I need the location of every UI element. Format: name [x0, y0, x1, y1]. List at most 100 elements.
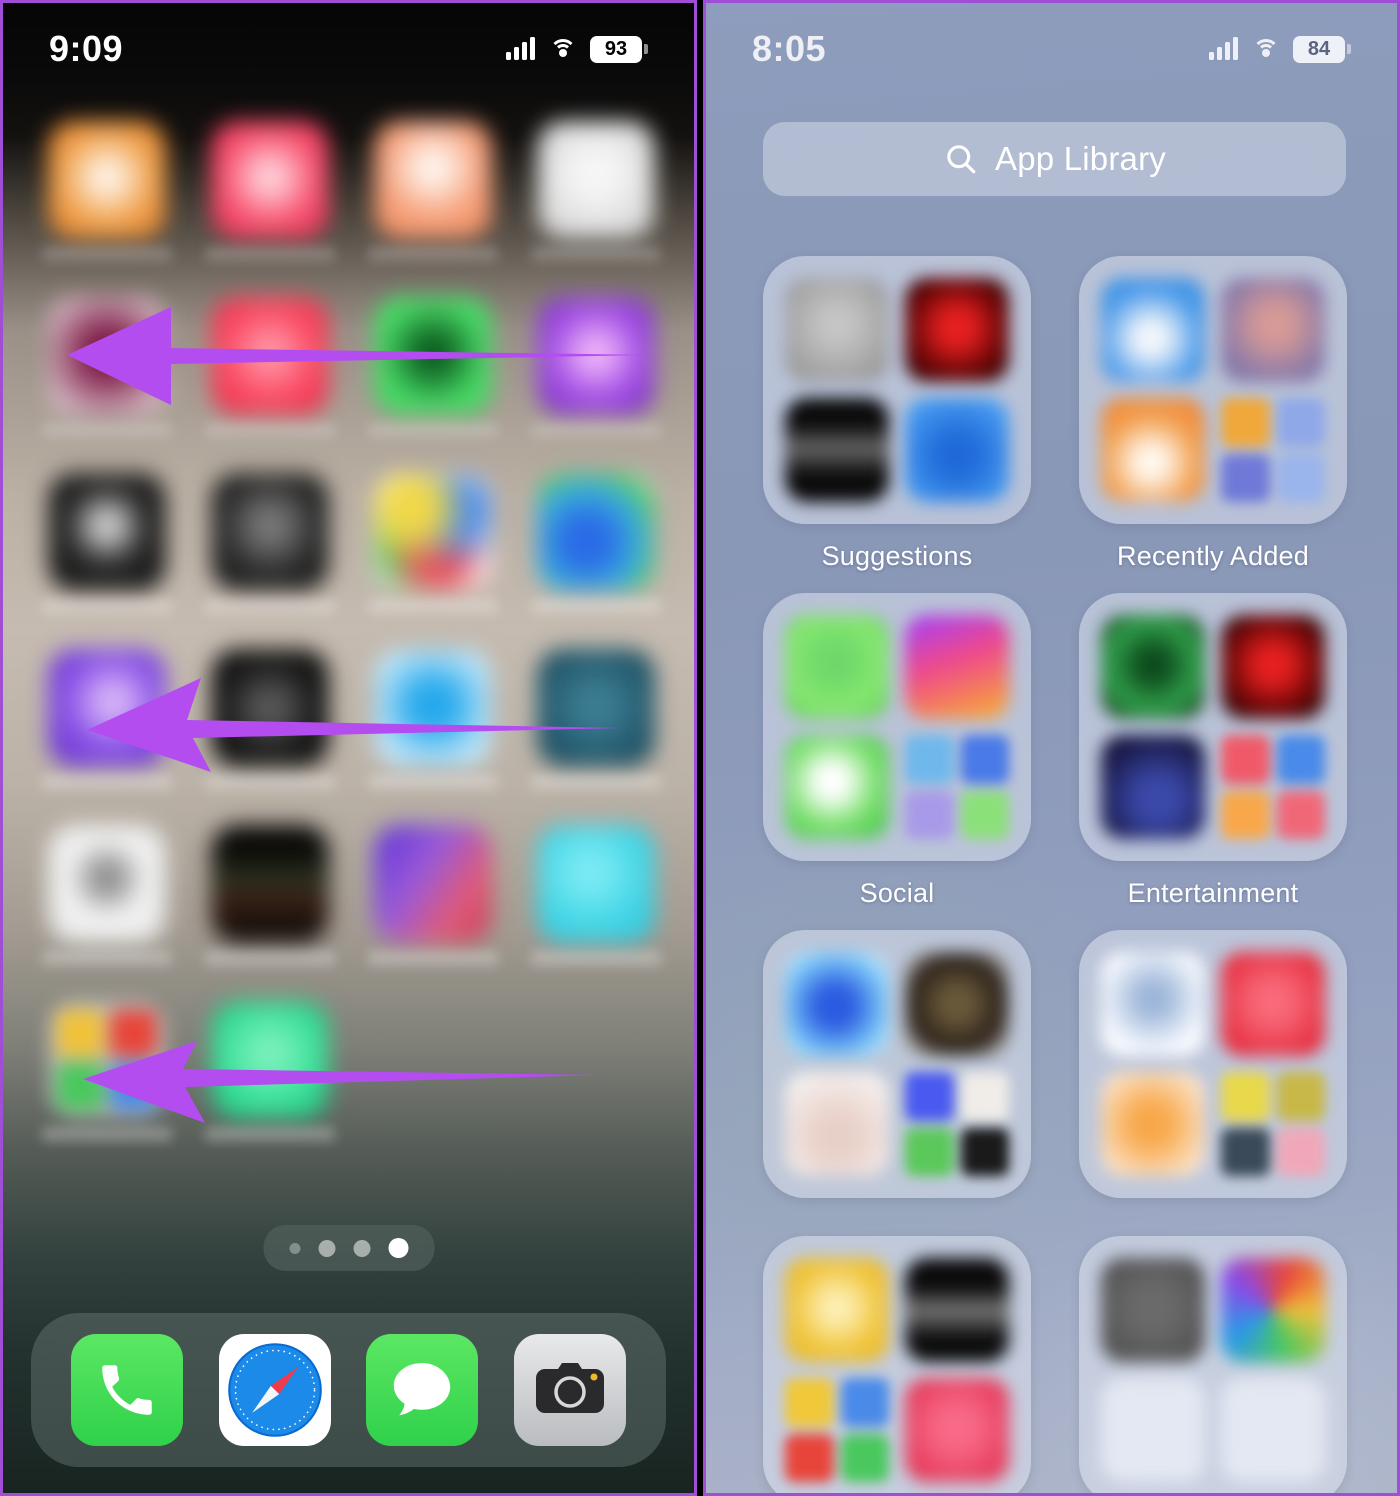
folder-app-icon-group [1221, 398, 1325, 502]
home-app[interactable] [526, 121, 665, 271]
folder-app-icon [785, 278, 889, 382]
folder-preview-tile[interactable] [763, 593, 1031, 861]
folder-app-icon [1101, 1072, 1205, 1176]
app-icon-cyan [536, 825, 655, 943]
dock-camera-icon[interactable] [514, 1334, 627, 1446]
folder-app-icon [1101, 1378, 1205, 1482]
wifi-icon [1252, 39, 1279, 59]
folder-label: Social [859, 878, 935, 908]
folder-preview-tile[interactable] [763, 1236, 1031, 1493]
page-dot[interactable] [289, 1242, 300, 1254]
app-label [367, 247, 498, 261]
home-app[interactable] [37, 121, 176, 271]
folder-app-icon [905, 952, 1009, 1056]
status-time: 8:05 [752, 28, 827, 69]
battery-icon: 93 [590, 35, 648, 63]
home-app[interactable] [363, 121, 502, 271]
home-app[interactable] [526, 825, 665, 975]
folder-preview-tile[interactable] [1079, 593, 1347, 861]
app-label [367, 423, 498, 437]
app-icon-orange [47, 121, 166, 239]
folder-app-icon [1221, 952, 1325, 1056]
folder-app-icon-group [1221, 735, 1325, 839]
app-library-folder[interactable] [1079, 1236, 1347, 1493]
app-label [530, 247, 661, 261]
app-label [530, 951, 661, 965]
dock-messages-icon[interactable] [366, 1334, 479, 1446]
app-library-folder[interactable] [763, 930, 1031, 1215]
search-icon [947, 145, 976, 174]
folder-app-icon [785, 1072, 889, 1176]
page-dot-active[interactable] [388, 1238, 408, 1258]
folder-app-icon [1221, 1378, 1325, 1482]
app-library-folder[interactable]: Entertainment [1079, 593, 1347, 909]
folder-app-icon [785, 398, 889, 502]
signal-bars-icon [506, 37, 535, 60]
folder-preview-tile[interactable] [1079, 256, 1347, 524]
app-label [204, 423, 335, 437]
app-library-folder[interactable]: Social [763, 593, 1031, 909]
signal-bars-icon [1209, 37, 1238, 60]
app-library-folder-grid: Suggestions Recently Added Social Entert… [763, 256, 1347, 1493]
swipe-arrow-2 [87, 678, 621, 772]
dual-phone-screenshot: 9:09 93 8:05 84 App Library Suggestions … [0, 0, 1400, 1496]
app-icon-photos [373, 473, 492, 591]
swipe-arrow-3 [83, 1041, 601, 1123]
folder-app-icon [1101, 398, 1205, 502]
app-label [204, 247, 335, 261]
home-app[interactable] [200, 121, 339, 271]
home-app[interactable] [200, 473, 339, 623]
folder-app-icon [785, 615, 889, 719]
home-app[interactable] [200, 825, 339, 975]
dock-safari-icon[interactable] [218, 1334, 331, 1446]
folder-app-icon [1221, 278, 1325, 382]
app-icon-peach [373, 121, 492, 239]
folder-app-icon [905, 1258, 1009, 1362]
folder-app-icon [1221, 1258, 1325, 1362]
wifi-icon [549, 39, 576, 59]
app-icon-dark-stripe [210, 825, 329, 943]
app-library-search-label: App Library [995, 140, 1166, 177]
home-app[interactable] [526, 473, 665, 623]
folder-preview-tile[interactable] [1079, 1236, 1347, 1493]
app-library-folder[interactable] [1079, 930, 1347, 1215]
app-icon-lightgray [536, 121, 655, 239]
app-icon-dark-gray [210, 473, 329, 591]
page-dot[interactable] [318, 1239, 335, 1257]
page-indicator-dots[interactable] [263, 1225, 434, 1271]
dock-phone-icon[interactable] [70, 1334, 183, 1446]
app-library-folder[interactable]: Suggestions [763, 256, 1031, 572]
app-label [41, 599, 172, 613]
home-app[interactable] [363, 825, 502, 975]
home-app[interactable] [363, 473, 502, 623]
home-app[interactable] [37, 825, 176, 975]
app-library-search-bar[interactable]: App Library [763, 122, 1346, 196]
app-library-folder[interactable]: Recently Added [1079, 256, 1347, 572]
app-label [367, 599, 498, 613]
battery-nub [1347, 44, 1351, 54]
home-screen-app-grid [37, 121, 665, 1151]
folder-preview-tile[interactable] [763, 256, 1031, 524]
folder-preview-tile[interactable] [1079, 930, 1347, 1198]
right-status-bar: 8:05 84 [706, 3, 1397, 95]
folder-label: Entertainment [1127, 878, 1299, 908]
folder-app-icon [905, 615, 1009, 719]
folder-app-icon [1101, 952, 1205, 1056]
home-app[interactable] [37, 473, 176, 623]
folder-app-icon [785, 735, 889, 839]
page-dot[interactable] [353, 1239, 370, 1257]
battery-level-text: 84 [1293, 35, 1345, 63]
folder-app-icon [785, 1258, 889, 1362]
battery-nub [644, 44, 648, 54]
app-label [204, 599, 335, 613]
app-label [530, 423, 661, 437]
folder-app-icon [905, 398, 1009, 502]
folder-app-icon [1101, 615, 1205, 719]
app-icon-pink [210, 121, 329, 239]
folder-preview-tile[interactable] [763, 930, 1031, 1198]
app-icon-dark-shield [47, 473, 166, 591]
folder-app-icon [905, 278, 1009, 382]
app-label [367, 951, 498, 965]
folder-app-icon [1221, 615, 1325, 719]
app-library-folder[interactable] [763, 1236, 1031, 1493]
